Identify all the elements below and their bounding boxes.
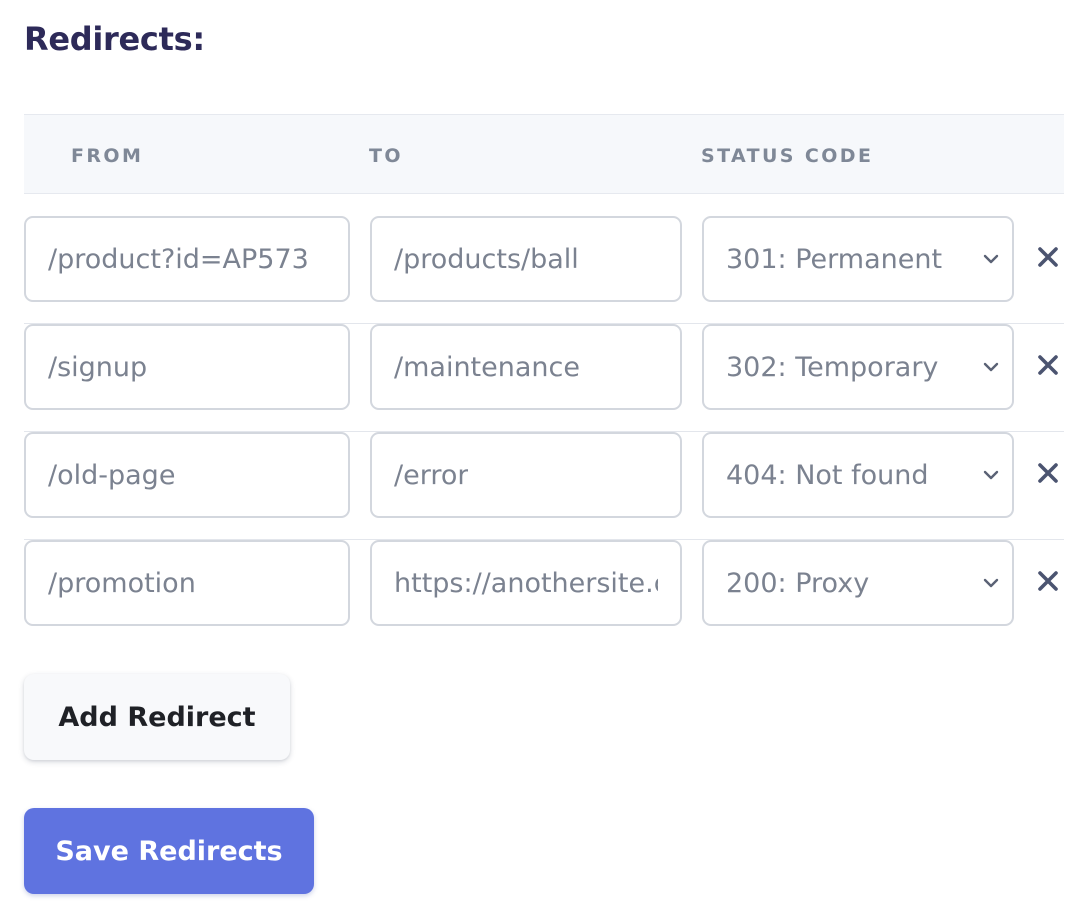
status-code-select[interactable]: 302: Temporary [702, 324, 1014, 410]
table-header: FROM TO STATUS CODE [24, 114, 1064, 194]
remove-row-icon[interactable] [1034, 243, 1062, 271]
from-input-value: /promotion [48, 567, 196, 599]
save-redirects-button[interactable]: Save Redirects [24, 808, 314, 894]
redirect-row: /old-page /error 404: Not found [24, 432, 1064, 540]
column-header-status-code: STATUS CODE [701, 145, 874, 167]
to-input-value: /maintenance [394, 351, 580, 383]
status-code-value: 200: Proxy [726, 567, 870, 599]
from-input-value: /old-page [48, 459, 176, 491]
remove-row-icon[interactable] [1034, 351, 1062, 379]
from-input[interactable]: /signup [24, 324, 350, 410]
chevron-down-icon [983, 470, 999, 480]
to-input[interactable]: https://anothersite.com [370, 540, 682, 626]
to-input[interactable]: /products/ball [370, 216, 682, 302]
section-title: Redirects: [24, 20, 205, 58]
from-input-value: /signup [48, 351, 148, 383]
redirect-row: /promotion https://anothersite.com 200: … [24, 540, 1064, 648]
to-input[interactable]: /maintenance [370, 324, 682, 410]
status-code-value: 404: Not found [726, 459, 929, 491]
column-header-from: FROM [71, 145, 144, 167]
add-redirect-button[interactable]: Add Redirect [24, 674, 290, 760]
from-input-value: /product?id=AP573 [48, 243, 309, 275]
status-code-select[interactable]: 301: Permanent [702, 216, 1014, 302]
status-code-value: 302: Temporary [726, 351, 939, 383]
status-code-value: 301: Permanent [726, 243, 943, 275]
to-input-value: https://anothersite.com [394, 567, 658, 599]
redirects-page: Redirects: FROM TO STATUS CODE /product?… [0, 0, 1086, 918]
remove-row-icon[interactable] [1034, 567, 1062, 595]
remove-row-icon[interactable] [1034, 459, 1062, 487]
to-input[interactable]: /error [370, 432, 682, 518]
status-code-select[interactable]: 404: Not found [702, 432, 1014, 518]
from-input[interactable]: /product?id=AP573 [24, 216, 350, 302]
redirect-row: /signup /maintenance 302: Temporary [24, 324, 1064, 432]
from-input[interactable]: /promotion [24, 540, 350, 626]
from-input[interactable]: /old-page [24, 432, 350, 518]
chevron-down-icon [983, 578, 999, 588]
column-header-to: TO [369, 145, 403, 167]
chevron-down-icon [983, 254, 999, 264]
chevron-down-icon [983, 362, 999, 372]
redirect-row: /product?id=AP573 /products/ball 301: Pe… [24, 216, 1064, 324]
status-code-select[interactable]: 200: Proxy [702, 540, 1014, 626]
to-input-value: /products/ball [394, 243, 579, 275]
to-input-value: /error [394, 459, 469, 491]
